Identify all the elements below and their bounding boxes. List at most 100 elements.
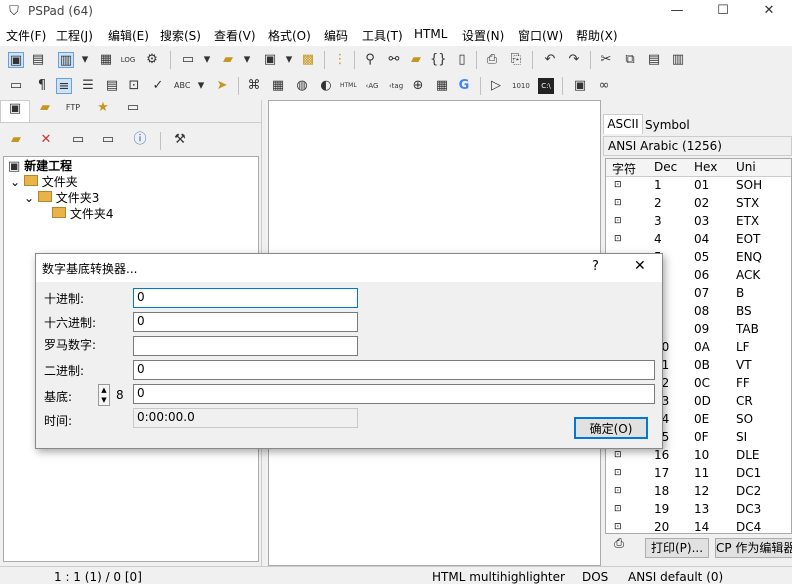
print-icon[interactable]: ⎘	[508, 52, 524, 68]
new-item-icon[interactable]: ▭	[70, 132, 86, 148]
save-icon[interactable]: ▣	[262, 52, 278, 68]
open-folder-icon[interactable]: ▰	[220, 52, 236, 68]
charmap-icon[interactable]: ⎙	[611, 536, 627, 554]
cut-icon[interactable]: ✂	[598, 52, 614, 68]
cp-editor-button[interactable]: CP 作为编辑器	[715, 538, 792, 558]
log-icon[interactable]: LOG	[120, 52, 136, 68]
open-project-icon[interactable]: ▤	[30, 52, 46, 68]
stop-icon[interactable]: ▣	[572, 78, 588, 94]
pin-icon[interactable]: ➤	[214, 78, 230, 94]
menu-window[interactable]: 窗口(W)	[518, 27, 563, 44]
new-file-icon[interactable]: ▭	[180, 52, 196, 68]
tag-icon[interactable]: ‹AG	[364, 78, 380, 94]
project-icon[interactable]: ▣	[8, 52, 24, 68]
table-row[interactable]: ⊡ 3 03 ETX	[606, 213, 791, 231]
spell-icon[interactable]: ✓	[150, 78, 166, 94]
chevron-down-icon[interactable]: ▾	[196, 78, 206, 94]
table-row[interactable]: ⊡ 16 10 DLE	[606, 447, 791, 465]
chevron-down-icon[interactable]: ▾	[284, 52, 294, 68]
tree-item-folder[interactable]: ⌄ 文件夹	[10, 173, 78, 190]
delete-icon[interactable]: ▥	[670, 52, 686, 68]
word-wrap-icon[interactable]: ≡	[56, 78, 72, 94]
undo-icon[interactable]: ↶	[542, 52, 558, 68]
help-button[interactable]: ?	[592, 259, 599, 274]
menu-html[interactable]: HTML	[414, 27, 447, 41]
dialog-close-button[interactable]: ✕	[634, 258, 646, 274]
paste-icon[interactable]: ▤	[646, 52, 662, 68]
glasses-icon[interactable]: ∞	[596, 78, 612, 94]
base-value-input[interactable]: 0	[133, 384, 655, 404]
binary-icon[interactable]: 1010	[512, 78, 530, 94]
remove-folder-icon[interactable]: ✕	[38, 132, 54, 148]
line-numbers-icon[interactable]: ☰	[80, 78, 96, 94]
table-row[interactable]: ⊡ 2 02 STX	[606, 195, 791, 213]
clipboard2-icon[interactable]: ▦	[270, 78, 286, 94]
menu-view[interactable]: 查看(V)	[214, 27, 256, 44]
menu-encoding[interactable]: 编码	[324, 27, 348, 44]
readonly-icon[interactable]: ▤	[104, 78, 120, 94]
menu-settings[interactable]: 设置(N)	[462, 27, 504, 44]
tree-item-folder3[interactable]: ⌄ 文件夹3	[24, 189, 99, 206]
hex-input[interactable]: 0	[133, 312, 358, 332]
menu-format[interactable]: 格式(O)	[268, 27, 311, 44]
search-files-icon[interactable]: ▰	[408, 52, 424, 68]
menu-edit[interactable]: 编辑(E)	[108, 27, 149, 44]
lock-icon[interactable]: ⊡	[126, 78, 142, 94]
tag2-icon[interactable]: ‹tag	[388, 78, 404, 94]
menu-file[interactable]: 文件(F)	[6, 27, 46, 44]
save-project-icon[interactable]: ▥	[58, 52, 74, 68]
tab-ascii[interactable]: ASCII	[603, 114, 643, 134]
tools-icon[interactable]: ⚒	[172, 132, 188, 148]
menu-search[interactable]: 搜索(S)	[160, 27, 201, 44]
pilcrow-icon[interactable]: ¶	[34, 78, 50, 94]
table-row[interactable]: ⊡ 20 14 DC4	[606, 519, 791, 533]
add-folder-icon[interactable]: ▰	[8, 132, 24, 148]
tab-ftp[interactable]: FTP	[58, 100, 88, 122]
table-row[interactable]: ⊡ 18 12 DC2	[606, 483, 791, 501]
menu-tools[interactable]: 工具(T)	[362, 27, 403, 44]
redo-icon[interactable]: ↷	[566, 52, 582, 68]
table-row[interactable]: ⊡ 1 01 SOH	[606, 177, 791, 195]
console-icon[interactable]: C:\	[538, 78, 554, 94]
html-text-icon[interactable]: HTML	[340, 78, 357, 94]
tab-project[interactable]: ▣	[0, 100, 30, 122]
ok-button[interactable]: 确定(O)	[574, 417, 648, 439]
tab-files[interactable]: ▰	[30, 100, 60, 122]
play-icon[interactable]: ▷	[488, 78, 504, 94]
binary-input[interactable]: 0	[133, 360, 655, 380]
info-icon[interactable]: ⓘ	[132, 132, 148, 148]
base-spinner[interactable]: ▲ ▼	[98, 384, 110, 406]
tools-icon[interactable]: ⌘	[246, 78, 262, 94]
roman-input[interactable]	[133, 336, 358, 356]
save-all-icon[interactable]: ▩	[300, 52, 316, 68]
print-button[interactable]: 打印(P)...	[645, 538, 709, 558]
rename-icon[interactable]: ▭	[100, 132, 116, 148]
replace-icon[interactable]: ⚯	[386, 52, 402, 68]
chevron-down-icon[interactable]: ▾	[202, 52, 212, 68]
tree-icon[interactable]: ⋮	[332, 52, 348, 68]
chevron-down-icon[interactable]: ▾	[80, 52, 90, 68]
maximize-button[interactable]: ☐	[700, 0, 746, 24]
close-button[interactable]: ✕	[746, 0, 792, 24]
bookmark-icon[interactable]: ▯	[454, 52, 470, 68]
clipboard-icon[interactable]: ▦	[98, 52, 114, 68]
block-icon[interactable]: ▭	[8, 78, 24, 94]
google-icon[interactable]: G	[456, 78, 472, 94]
globe-icon[interactable]: ⊕	[410, 78, 426, 94]
table-row[interactable]: ⊡ 4 04 EOT	[606, 231, 791, 249]
braces-icon[interactable]: {}	[430, 52, 447, 68]
chevron-down-icon[interactable]: ▾	[242, 52, 252, 68]
preview-icon[interactable]: ⎙	[484, 52, 500, 68]
encoding-select[interactable]: ANSI Arabic (1256)	[603, 136, 792, 156]
tab-window[interactable]: ▭	[118, 100, 148, 122]
palette-icon[interactable]: ◍	[294, 78, 310, 94]
tab-favorites[interactable]: ★	[88, 100, 118, 122]
spell-check-icon[interactable]: ABC	[174, 78, 190, 94]
copy-icon[interactable]: ⧉	[622, 52, 638, 68]
decimal-input[interactable]: 0	[133, 288, 358, 308]
color-picker-icon[interactable]: ◐	[318, 78, 334, 94]
grid-icon[interactable]: ▦	[434, 78, 450, 94]
table-row[interactable]: ⊡ 19 13 DC3	[606, 501, 791, 519]
menu-project[interactable]: 工程(J)	[56, 27, 93, 44]
menu-help[interactable]: 帮助(X)	[576, 27, 618, 44]
